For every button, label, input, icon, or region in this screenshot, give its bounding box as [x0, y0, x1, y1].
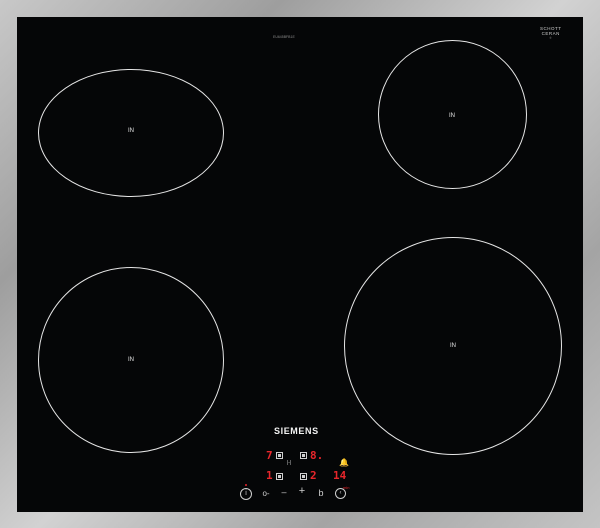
zone-front-left-label: IN — [128, 357, 134, 363]
zone-select-front-left-icon[interactable] — [276, 473, 283, 480]
brand-logo: SIEMENS — [274, 426, 319, 436]
zone-front-right-label: IN — [450, 343, 456, 349]
bridge-icon[interactable]: |-| — [287, 459, 291, 468]
minus-icon[interactable]: – — [279, 488, 289, 497]
power-icon[interactable]: i — [240, 488, 252, 500]
boost-icon[interactable]: b — [317, 489, 325, 498]
bell-icon[interactable]: 🔔 — [339, 458, 349, 467]
zone-select-rear-left-icon[interactable] — [276, 452, 283, 459]
clock-icon[interactable]: ‹ — [335, 488, 346, 499]
child-lock-icon[interactable]: o- — [259, 489, 273, 498]
display-front-right-level: 2 — [310, 469, 317, 482]
display-front-left-level: 1 — [266, 469, 273, 482]
model-code: EU645BFB1E — [273, 35, 295, 39]
zone-rear-left-label: IN — [128, 128, 134, 134]
zone-select-front-right-icon[interactable] — [300, 473, 307, 480]
display-rear-left-level: 7 — [266, 449, 273, 462]
schott-ceran-logo: SCHOTT CERAN ® — [540, 26, 562, 40]
plus-icon[interactable]: + — [297, 486, 307, 497]
display-rear-right-level: 8. — [310, 449, 324, 462]
power-indicator-dot — [245, 484, 247, 486]
zone-rear-right-label: IN — [449, 113, 455, 119]
zone-select-rear-right-icon[interactable] — [300, 452, 307, 459]
timer-display: 14 — [333, 469, 347, 482]
